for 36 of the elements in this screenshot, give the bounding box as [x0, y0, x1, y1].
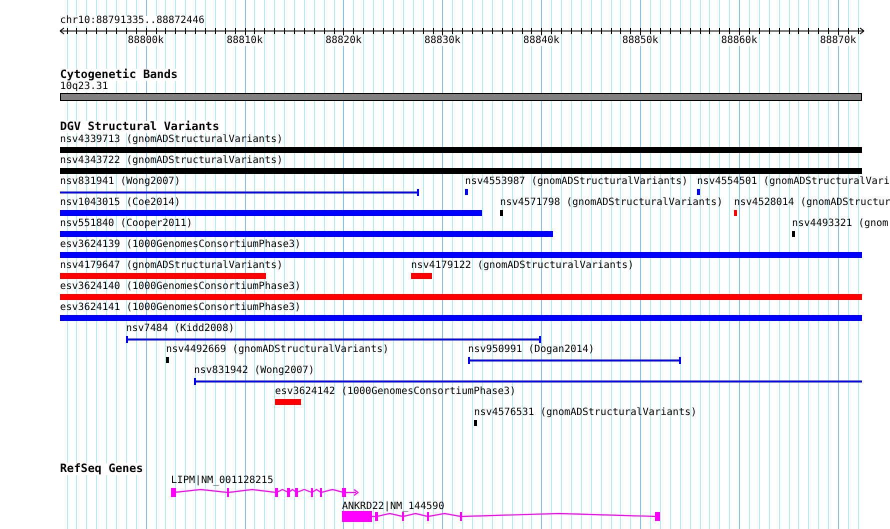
tick-label: 88800k: [128, 36, 164, 46]
tick-label: 88810k: [226, 36, 263, 46]
feature-label: nsv4553987 (gnomADStructuralVariants): [465, 177, 688, 187]
feature-label: ANKRD22|NM_144590: [342, 502, 444, 512]
feature-label: nsv4554501 (gnomADStructuralVari: [697, 177, 890, 187]
feature-label: nsv4339713 (gnomADStructuralVariants): [60, 135, 283, 145]
feature-label: nsv4528014 (gnomADStructur: [734, 198, 890, 208]
track-title: DGV Structural Variants: [60, 121, 220, 132]
feature-label: LIPM|NM_001128215: [171, 476, 274, 486]
feature-label: nsv4571798 (gnomADStructuralVariants): [500, 198, 723, 208]
feature-label: nsv4492669 (gnomADStructuralVariants): [166, 345, 389, 355]
feature-label: nsv1043015 (Coe2014): [60, 198, 180, 208]
feature-label: nsv4179647 (gnomADStructuralVariants): [60, 261, 283, 271]
feature-label: esv3624141 (1000GenomesConsortiumPhase3): [60, 303, 301, 313]
feature-label: nsv831941 (Wong2007): [60, 177, 180, 187]
location-label: chr10:88791335..88872446: [60, 16, 204, 26]
tick-label: 88820k: [325, 36, 362, 46]
tick-label: 88870k: [820, 36, 856, 46]
feature-label: nsv831942 (Wong2007): [194, 366, 314, 376]
track-title: Cytogenetic Bands: [60, 69, 178, 80]
feature-label: nsv7484 (Kidd2008): [126, 324, 234, 334]
feature-label: nsv551840 (Cooper2011): [60, 219, 192, 229]
tick-label: 88840k: [523, 36, 560, 46]
feature-label: esv3624139 (1000GenomesConsortiumPhase3): [60, 240, 301, 250]
feature-label: nsv4343722 (gnomADStructuralVariants): [60, 156, 283, 166]
feature-label: nsv4576531 (gnomADStructuralVariants): [474, 408, 697, 418]
feature-label: nsv4493321 (gnom: [792, 219, 888, 229]
tick-label: 88860k: [721, 36, 758, 46]
feature-label: esv3624142 (1000GenomesConsortiumPhase3): [275, 387, 516, 397]
tick-label: 88830k: [424, 36, 461, 46]
track-title: RefSeq Genes: [60, 463, 144, 474]
feature-label: nsv950991 (Dogan2014): [468, 345, 594, 355]
feature-label: nsv4179122 (gnomADStructuralVariants): [411, 261, 634, 271]
feature-label: esv3624140 (1000GenomesConsortiumPhase3): [60, 282, 301, 292]
tick-label: 88850k: [622, 36, 658, 46]
band-label: 10q23.31: [60, 82, 108, 92]
